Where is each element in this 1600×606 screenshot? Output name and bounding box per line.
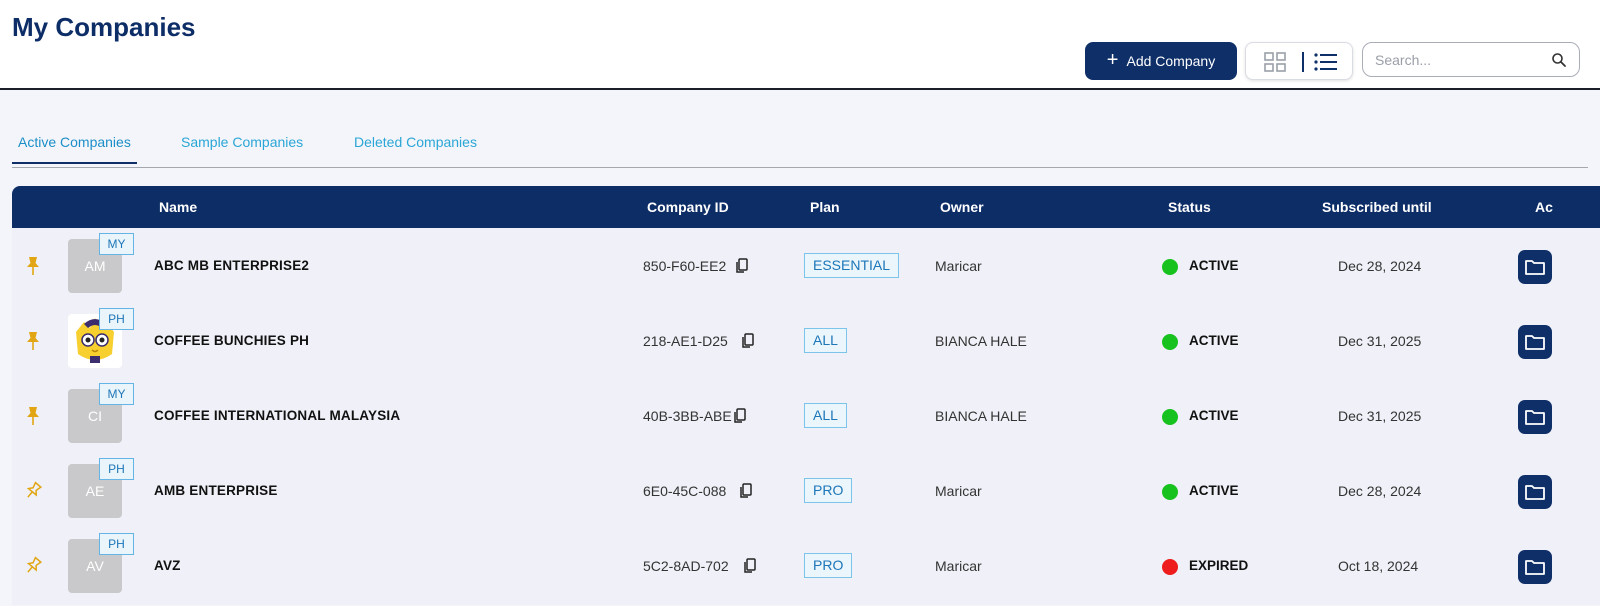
copy-icon[interactable] — [733, 408, 747, 424]
status-dot — [1162, 334, 1178, 350]
country-badge: PH — [99, 308, 134, 330]
tab-active-companies[interactable]: Active Companies — [12, 134, 137, 164]
plus-icon: + — [1106, 49, 1119, 71]
country-badge: PH — [99, 533, 134, 555]
table-header: Name Company ID Plan Owner Status Subscr… — [12, 186, 1600, 228]
view-toggle — [1245, 42, 1353, 80]
copy-icon[interactable] — [735, 258, 749, 274]
status-dot — [1162, 559, 1178, 575]
search-icon[interactable] — [1551, 52, 1567, 68]
company-id: 850-F60-EE2 — [643, 258, 727, 274]
subscribed-until: Dec 31, 2025 — [1338, 408, 1422, 424]
plan-badge: ALL — [804, 403, 847, 428]
status-text: ACTIVE — [1189, 408, 1239, 423]
country-badge: MY — [99, 383, 134, 405]
plan-badge: ALL — [804, 328, 847, 353]
open-company-button[interactable] — [1518, 400, 1552, 434]
folder-icon — [1525, 260, 1545, 275]
page-title: My Companies — [12, 12, 196, 42]
subscribed-until: Oct 18, 2024 — [1338, 558, 1419, 574]
copy-icon[interactable] — [739, 483, 753, 499]
status-text: ACTIVE — [1189, 483, 1239, 498]
company-id: 6E0-45C-088 — [643, 483, 727, 499]
top-bar: My Companies + Add Company — [0, 0, 1600, 90]
table-row[interactable]: AV PH AVZ 5C2-8AD-702 PRO Maricar EXPIRE… — [12, 528, 1600, 605]
table-row[interactable]: AM MY ABC MB ENTERPRISE2 850-F60-EE2 ESS… — [12, 228, 1600, 305]
company-id: 40B-3BB-ABE — [643, 408, 732, 424]
subscribed-until: Dec 28, 2024 — [1338, 483, 1422, 499]
header-company-id[interactable]: Company ID — [647, 199, 729, 215]
table-row[interactable]: AE PH AMB ENTERPRISE 6E0-45C-088 PRO Mar… — [12, 453, 1600, 530]
owner-name: BIANCA HALE — [935, 333, 1027, 349]
header-actions: Ac — [1535, 199, 1553, 215]
status-dot — [1162, 484, 1178, 500]
owner-name: Maricar — [935, 258, 982, 274]
header-status[interactable]: Status — [1168, 199, 1211, 215]
tab-sample-companies[interactable]: Sample Companies — [181, 134, 303, 162]
avatar-initials: AE — [85, 483, 105, 499]
open-company-button[interactable] — [1518, 550, 1552, 584]
company-name[interactable]: AVZ — [154, 558, 181, 573]
owner-name: BIANCA HALE — [935, 408, 1027, 424]
header-subscribed-until[interactable]: Subscribed until — [1322, 199, 1432, 215]
status-dot — [1162, 259, 1178, 275]
company-name[interactable]: AMB ENTERPRISE — [154, 483, 278, 498]
folder-icon — [1525, 485, 1545, 500]
table-row[interactable]: PH COFFEE BUNCHIES PH 218-AE1-D25 ALL BI… — [12, 303, 1600, 380]
add-company-label: Add Company — [1126, 53, 1216, 69]
company-name[interactable]: COFFEE INTERNATIONAL MALAYSIA — [154, 408, 400, 423]
status-text: EXPIRED — [1189, 558, 1249, 573]
plan-badge: PRO — [804, 478, 853, 503]
folder-icon — [1525, 560, 1545, 575]
header-owner[interactable]: Owner — [940, 199, 984, 215]
add-company-button[interactable]: + Add Company — [1085, 42, 1237, 80]
grid-view-icon[interactable] — [1264, 52, 1286, 72]
owner-name: Maricar — [935, 483, 982, 499]
status-dot — [1162, 409, 1178, 425]
plan-badge: PRO — [804, 553, 853, 578]
subscribed-until: Dec 28, 2024 — [1338, 258, 1422, 274]
country-badge: PH — [99, 458, 134, 480]
pin-icon[interactable] — [24, 481, 42, 501]
open-company-button[interactable] — [1518, 475, 1552, 509]
country-badge: MY — [99, 233, 134, 255]
avatar-initials: AM — [84, 258, 106, 274]
company-name[interactable]: ABC MB ENTERPRISE2 — [154, 258, 309, 273]
list-view-icon[interactable] — [1314, 52, 1338, 72]
company-tabs: Active Companies Sample Companies Delete… — [12, 126, 1588, 168]
pin-icon[interactable] — [24, 256, 42, 276]
header-name[interactable]: Name — [159, 199, 197, 215]
pin-icon[interactable] — [24, 406, 42, 426]
folder-icon — [1525, 335, 1545, 350]
subscribed-until: Dec 31, 2025 — [1338, 333, 1422, 349]
folder-icon — [1525, 410, 1545, 425]
header-plan[interactable]: Plan — [810, 199, 840, 215]
pin-icon[interactable] — [24, 331, 42, 351]
companies-table: Name Company ID Plan Owner Status Subscr… — [12, 186, 1600, 606]
copy-icon[interactable] — [741, 333, 755, 349]
open-company-button[interactable] — [1518, 325, 1552, 359]
open-company-button[interactable] — [1518, 250, 1552, 284]
owner-name: Maricar — [935, 558, 982, 574]
view-toggle-divider — [1302, 52, 1304, 72]
status-text: ACTIVE — [1189, 333, 1239, 348]
status-text: ACTIVE — [1189, 258, 1239, 273]
avatar-initials: CI — [88, 408, 102, 424]
pin-icon[interactable] — [24, 556, 42, 576]
avatar-initials: AV — [86, 558, 104, 574]
copy-icon[interactable] — [743, 558, 757, 574]
search-box — [1362, 42, 1580, 77]
plan-badge: ESSENTIAL — [804, 253, 900, 278]
search-input[interactable] — [1375, 50, 1545, 70]
table-row[interactable]: CI MY COFFEE INTERNATIONAL MALAYSIA 40B-… — [12, 378, 1600, 455]
company-name[interactable]: COFFEE BUNCHIES PH — [154, 333, 309, 348]
tab-deleted-companies[interactable]: Deleted Companies — [354, 134, 477, 162]
company-id: 218-AE1-D25 — [643, 333, 728, 349]
company-id: 5C2-8AD-702 — [643, 558, 729, 574]
